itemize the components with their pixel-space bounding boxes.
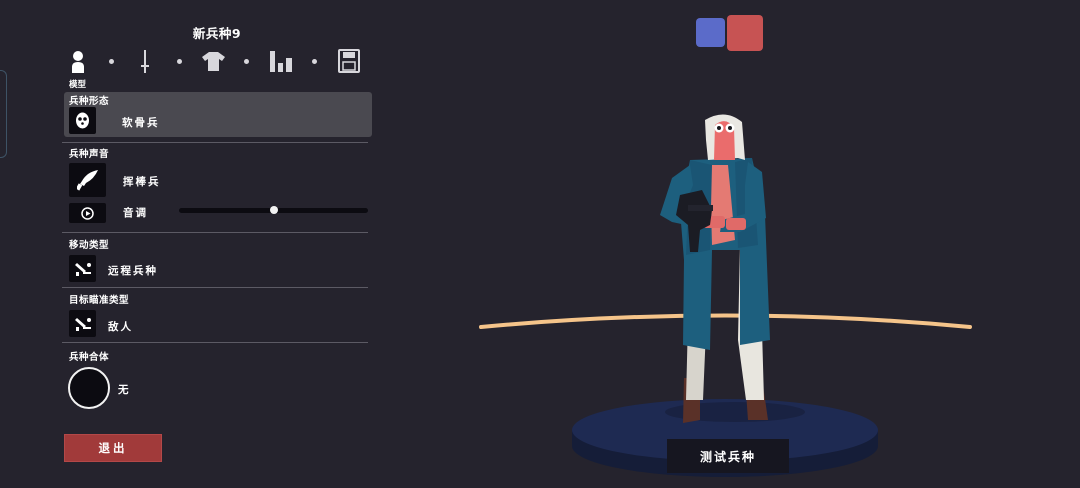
weapon-model: [676, 190, 713, 252]
floppy-save-icon[interactable]: [338, 49, 360, 73]
range-indicator-arc: [479, 313, 972, 329]
section-divider: [62, 232, 368, 233]
tab-separator-dot: [109, 59, 114, 64]
tab-separator-dot: [312, 59, 317, 64]
unit-form-value: 软骨兵: [122, 117, 160, 129]
unit-form-icon-box[interactable]: [69, 107, 96, 134]
club-weapon-icon: [76, 170, 98, 191]
unit-editor-panel: 新兵种9 模型 兵种形态 软骨兵 兵种声音 挥棒兵 音调 移动类型 远程兵种 目…: [62, 0, 372, 488]
unit-form-row[interactable]: [64, 92, 372, 137]
unit-name-title[interactable]: 新兵种9: [162, 23, 272, 42]
targeting-type-value: 敌人: [108, 321, 133, 333]
unit-voice-label: 兵种声音: [69, 149, 110, 160]
unit-character-model: [660, 114, 770, 423]
test-unit-button[interactable]: 测试兵种: [667, 439, 789, 473]
tab-model-label: 模型: [69, 80, 87, 90]
play-circle-icon: [81, 206, 94, 220]
shirt-icon[interactable]: [202, 52, 225, 71]
stats-bars-icon[interactable]: [270, 51, 292, 72]
tab-separator-dot: [244, 59, 249, 64]
blue-team-swatch[interactable]: [696, 18, 725, 47]
unit-voice-value: 挥棒兵: [123, 176, 161, 188]
ranged-unit-icon: [74, 262, 91, 276]
unit-voice-icon-box[interactable]: [69, 163, 106, 197]
play-voice-button[interactable]: [69, 203, 106, 223]
pitch-label: 音调: [123, 207, 148, 219]
unit-combine-value: 无: [118, 384, 131, 396]
unit-combine-label: 兵种合体: [69, 352, 110, 363]
section-divider: [62, 287, 368, 288]
movement-type-label: 移动类型: [69, 240, 110, 251]
targeting-type-label: 目标瞄准类型: [69, 295, 130, 306]
section-divider: [62, 342, 368, 343]
person-icon[interactable]: [71, 50, 85, 74]
tab-separator-dot: [177, 59, 182, 64]
movement-type-value: 远程兵种: [108, 265, 158, 277]
red-team-swatch[interactable]: [727, 15, 763, 51]
exit-button[interactable]: 退出: [64, 434, 162, 462]
skull-face-icon: [76, 112, 89, 129]
pitch-slider-handle[interactable]: [269, 206, 278, 214]
unit-form-label: 兵种形态: [69, 96, 110, 107]
movement-type-icon-box[interactable]: [69, 255, 96, 282]
targeting-type-icon-box[interactable]: [69, 310, 96, 337]
target-enemy-icon: [74, 317, 91, 331]
section-divider: [62, 142, 368, 143]
side-drawer-handle[interactable]: [0, 70, 7, 158]
unit-combine-slot[interactable]: [68, 367, 110, 409]
sword-icon[interactable]: [141, 50, 149, 74]
